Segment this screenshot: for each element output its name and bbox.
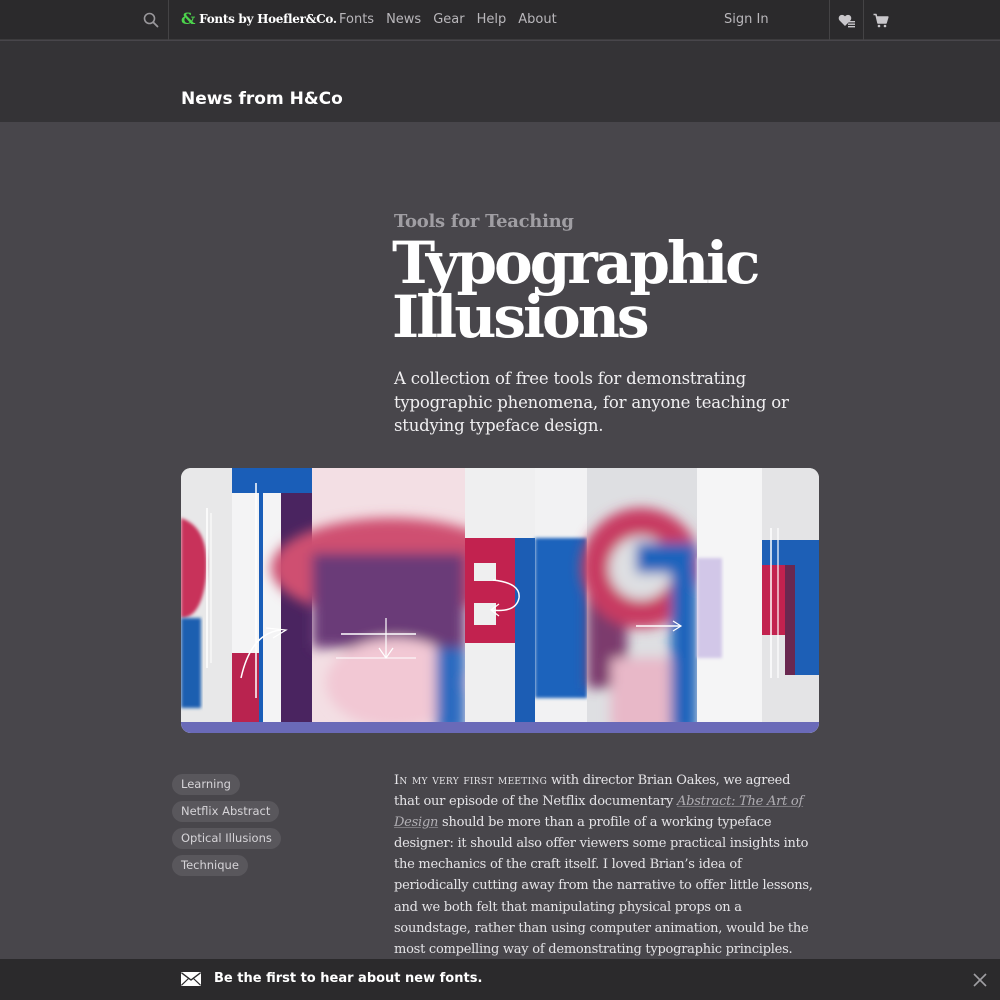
newsletter-bar[interactable]: Be the first to hear about new fonts. xyxy=(0,959,1000,1000)
headline-line-1: Typographic xyxy=(392,229,761,297)
article-body: In my very first meeting with director B… xyxy=(394,770,819,960)
nav-link-gear[interactable]: Gear xyxy=(433,12,464,27)
top-nav: & Fonts by Hoefler&Co. Fonts News Gear H… xyxy=(0,0,1000,40)
favorites-button[interactable] xyxy=(829,0,864,40)
main-menu: Fonts News Gear Help About xyxy=(339,12,569,27)
search-button[interactable] xyxy=(133,0,169,40)
sign-in-link[interactable]: Sign In xyxy=(724,12,769,27)
article-headline: Typographic Illusions xyxy=(392,229,832,351)
cart-icon xyxy=(873,13,889,27)
body-lead-in: In my very first meeting xyxy=(394,773,548,788)
hero-image xyxy=(181,468,819,733)
body-text-part-2: should be more than a profile of a worki… xyxy=(394,815,813,957)
article-tags: Learning Netflix Abstract Optical Illusi… xyxy=(172,774,281,876)
headline-line-2: Illusions xyxy=(392,283,650,351)
tag-optical-illusions[interactable]: Optical Illusions xyxy=(172,828,281,849)
search-icon xyxy=(143,12,158,28)
brand-logo[interactable]: & Fonts by Hoefler&Co. xyxy=(181,11,337,27)
tag-netflix-abstract[interactable]: Netflix Abstract xyxy=(172,801,280,822)
heart-list-icon xyxy=(838,14,855,27)
newsletter-text: Be the first to hear about new fonts. xyxy=(214,971,483,986)
nav-link-help[interactable]: Help xyxy=(477,12,507,27)
close-newsletter-button[interactable] xyxy=(970,970,990,990)
cart-button[interactable] xyxy=(863,0,898,40)
tag-learning[interactable]: Learning xyxy=(172,774,240,795)
article-deck: A collection of free tools for demonstra… xyxy=(394,369,789,435)
close-icon xyxy=(973,973,987,987)
brand-name: Fonts by Hoefler&Co. xyxy=(199,12,337,26)
section-header: News from H&Co xyxy=(0,41,1000,122)
tag-technique[interactable]: Technique xyxy=(172,855,248,876)
envelope-icon xyxy=(181,972,201,986)
ampersand-logo-icon: & xyxy=(181,9,196,28)
section-title: News from H&Co xyxy=(181,89,343,109)
nav-link-about[interactable]: About xyxy=(518,12,556,27)
nav-link-fonts[interactable]: Fonts xyxy=(339,12,374,27)
nav-link-news[interactable]: News xyxy=(386,12,421,27)
typographic-illusions-illustration xyxy=(181,468,819,733)
